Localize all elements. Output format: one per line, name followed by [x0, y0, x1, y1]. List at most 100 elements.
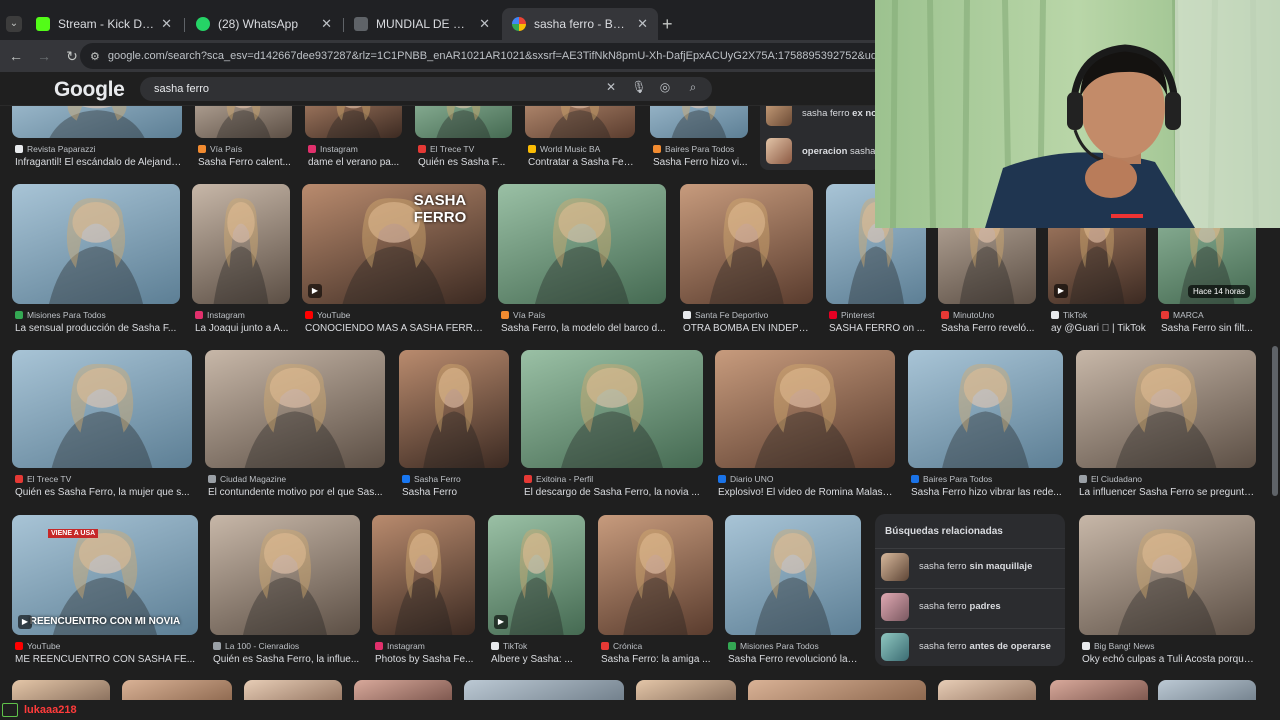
close-tab-icon[interactable]: ✕ [161, 16, 172, 32]
image-result-card[interactable]: REENCUENTRO CON MI NOVIA VIENE A USA ▶ YouT… [12, 515, 198, 669]
back-arrow-icon[interactable]: ← [4, 48, 28, 64]
result-source[interactable]: World Music BA [528, 144, 600, 154]
image-thumbnail[interactable] [680, 184, 813, 304]
image-result-card[interactable]: Diario UNO Explosivo! El video de Romina … [715, 350, 895, 502]
image-thumbnail[interactable] [521, 350, 703, 468]
lens-icon[interactable]: ◎ [656, 80, 674, 94]
image-thumbnail[interactable] [908, 350, 1063, 468]
image-result-card[interactable]: El Trece TV Quién es Sasha Ferro, la muje… [12, 350, 192, 502]
result-caption[interactable]: Sasha Ferro revolucionó las ... [728, 654, 861, 665]
image-result-card[interactable]: El Ciudadano La influencer Sasha Ferro se… [1076, 350, 1256, 502]
image-thumbnail[interactable] [598, 515, 713, 635]
image-result-card[interactable]: Baires Para Todos Sasha Ferro hizo vibrar… [908, 350, 1063, 502]
image-thumbnail[interactable] [210, 515, 360, 635]
result-source[interactable]: Pinterest [829, 310, 875, 320]
image-thumbnail[interactable] [12, 184, 180, 304]
new-tab-button[interactable]: + [662, 14, 673, 35]
image-thumbnail[interactable] [399, 350, 509, 468]
image-thumbnail[interactable] [498, 184, 666, 304]
result-caption[interactable]: Sasha Ferro, la modelo del barco d... [501, 323, 666, 334]
result-caption[interactable]: ay @Guari ⃞ | TikTok [1051, 323, 1146, 334]
result-source[interactable]: Diario UNO [718, 474, 773, 484]
image-result-card[interactable]: Exitoina - Perfil El descargo de Sasha Fe… [521, 350, 703, 502]
result-caption[interactable]: CONOCIENDO MAS A SASHA FERRO... [305, 323, 486, 334]
image-thumbnail[interactable]: REENCUENTRO CON MI NOVIA VIENE A USA ▶ [12, 515, 198, 635]
result-caption[interactable]: Sasha Ferro calent... [198, 157, 292, 168]
related-search-item[interactable]: sasha ferro padres [875, 588, 1065, 624]
close-tab-icon[interactable]: ✕ [479, 16, 490, 32]
result-source[interactable]: Santa Fe Deportivo [683, 310, 768, 320]
result-caption[interactable]: Oky echó culpas a Tuli Acosta porque... [1082, 654, 1255, 665]
image-result-card[interactable]: Big Bang! News Oky echó culpas a Tuli Aco… [1079, 515, 1255, 669]
result-caption[interactable]: Sasha Ferro hizo vi... [653, 157, 748, 168]
result-caption[interactable]: La sensual producción de Sasha F... [15, 323, 180, 334]
image-result-card[interactable]: La 100 - Cienradios Quién es Sasha Ferro,… [210, 515, 360, 669]
result-caption[interactable]: Albere y Sasha: ... [491, 654, 585, 665]
result-caption[interactable]: dame el verano pa... [308, 157, 402, 168]
result-source[interactable]: Baires Para Todos [653, 144, 734, 154]
result-caption[interactable]: La influencer Sasha Ferro se preguntó... [1079, 487, 1256, 498]
result-caption[interactable]: Quién es Sasha Ferro, la mujer que s... [15, 487, 192, 498]
related-search-item[interactable]: operacion sasha [766, 136, 875, 166]
result-source[interactable]: El Ciudadano [1079, 474, 1142, 484]
tab-google-search[interactable]: sasha ferro - Buscar con Google ✕ [502, 8, 658, 40]
close-tab-icon[interactable]: ✕ [637, 16, 648, 32]
microphone-icon[interactable]: 🎙 [630, 80, 648, 94]
result-source[interactable]: TikTok [1051, 310, 1087, 320]
clear-icon[interactable]: ✕ [602, 80, 620, 94]
result-source[interactable]: Sasha Ferro [402, 474, 461, 484]
image-thumbnail[interactable] [192, 184, 290, 304]
image-result-card[interactable]: SASHA FERRO ▶ YouTube CONOCIENDO MAS A SASH… [302, 184, 486, 338]
result-caption[interactable]: Sasha Ferro hizo vibrar las rede... [911, 487, 1063, 498]
result-source[interactable]: Baires Para Todos [911, 474, 992, 484]
tab-search-button[interactable]: ⌄ [6, 16, 22, 32]
image-result-card[interactable]: Ciudad Magazine El contundente motivo por… [205, 350, 385, 502]
scrollbar-thumb[interactable] [1272, 346, 1278, 496]
image-result-card[interactable]: Sasha Ferro Sasha Ferro [399, 350, 509, 502]
google-logo[interactable]: Google [54, 78, 125, 102]
result-caption[interactable]: El contundente motivo por el que Sas... [208, 487, 385, 498]
tab-whatsapp[interactable]: (28) WhatsApp ✕ [186, 8, 342, 40]
result-caption[interactable]: Sasha Ferro reveló... [941, 323, 1036, 334]
result-caption[interactable]: OTRA BOMBA EN INDEPE... [683, 323, 813, 334]
image-thumbnail[interactable]: ▶ [488, 515, 585, 635]
image-thumbnail[interactable] [715, 350, 895, 468]
result-source[interactable]: Big Bang! News [1082, 641, 1154, 651]
close-tab-icon[interactable]: ✕ [321, 16, 332, 32]
tab-kick-dashboard[interactable]: Stream - Kick Dashboard ✕ [26, 8, 182, 40]
image-result-card[interactable]: Misiones Para Todos La sensual producción… [12, 184, 180, 338]
result-source[interactable]: Misiones Para Todos [728, 641, 819, 651]
image-thumbnail[interactable] [1079, 515, 1255, 635]
search-input[interactable]: sasha ferro ✕ 🎙 ◎ ⌕ [140, 77, 712, 101]
image-result-card[interactable]: Instagram La Joaqui junto a A... [192, 184, 290, 338]
related-search-item[interactable]: sasha ferro sin maquillaje [875, 548, 1065, 584]
result-source[interactable]: Revista Paparazzi [15, 144, 96, 154]
result-caption[interactable]: SASHA FERRO on ... [829, 323, 926, 334]
address-bar[interactable]: ⚙ google.com/search?sca_esv=d142667dee93… [80, 43, 980, 69]
image-thumbnail[interactable] [12, 350, 192, 468]
result-source[interactable]: YouTube [305, 310, 350, 320]
image-result-card[interactable]: Instagram Photos by Sasha Fe... [372, 515, 475, 669]
result-caption[interactable]: Infragantil! El escándalo de Alejandr... [15, 157, 182, 168]
result-source[interactable]: Exitoina - Perfil [524, 474, 593, 484]
result-source[interactable]: Instagram [375, 641, 425, 651]
result-source[interactable]: Instagram [308, 144, 358, 154]
image-result-card[interactable]: Santa Fe Deportivo OTRA BOMBA EN INDEPE..… [680, 184, 813, 338]
result-source[interactable]: Crónica [601, 641, 642, 651]
image-thumbnail[interactable] [205, 350, 385, 468]
result-caption[interactable]: Sasha Ferro [402, 487, 509, 498]
result-source[interactable]: TikTok [491, 641, 527, 651]
result-source[interactable]: Instagram [195, 310, 245, 320]
image-thumbnail[interactable] [1076, 350, 1256, 468]
result-source[interactable]: YouTube [15, 641, 60, 651]
forward-arrow-icon[interactable]: → [32, 48, 56, 64]
result-source[interactable]: MARCA [1161, 310, 1204, 320]
result-source[interactable]: Vía País [198, 144, 242, 154]
site-info-icon[interactable]: ⚙ [90, 50, 100, 63]
result-source[interactable]: El Trece TV [15, 474, 71, 484]
result-caption[interactable]: Photos by Sasha Fe... [375, 654, 475, 665]
result-caption[interactable]: Sasha Ferro sin filt... [1161, 323, 1256, 334]
result-source[interactable]: MinutoUno [941, 310, 994, 320]
image-thumbnail[interactable]: SASHA FERRO ▶ [302, 184, 486, 304]
result-source[interactable]: La 100 - Cienradios [213, 641, 299, 651]
